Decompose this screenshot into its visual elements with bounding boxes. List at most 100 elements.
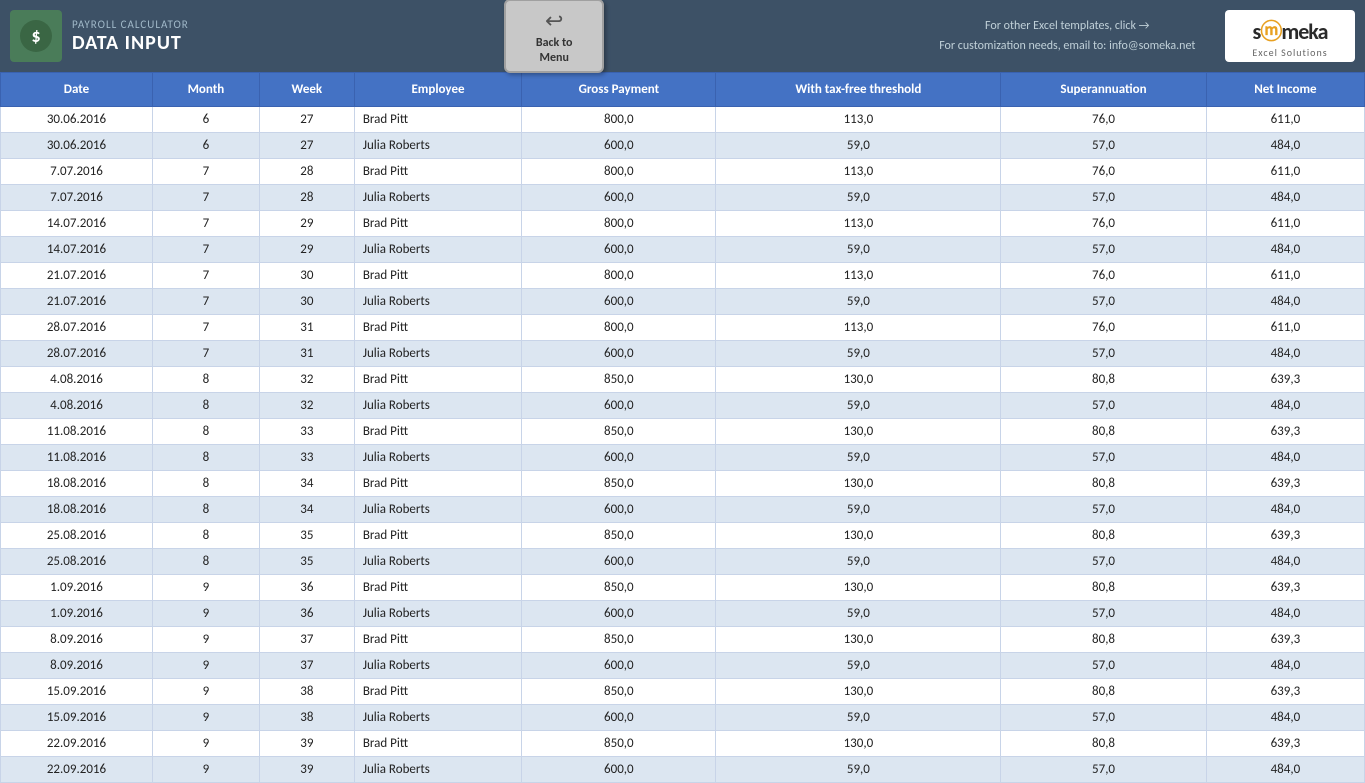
table-cell: Brad Pitt (354, 263, 521, 289)
table-header-row: DateMonthWeekEmployeeGross PaymentWith t… (1, 73, 1365, 107)
table-cell: 59,0 (716, 289, 1001, 315)
column-header-superannuation: Superannuation (1001, 73, 1207, 107)
table-cell: Julia Roberts (354, 289, 521, 315)
column-header-week: Week (259, 73, 354, 107)
table-cell: 6 (152, 107, 259, 133)
table-cell: 639,3 (1206, 731, 1364, 757)
table-cell: Julia Roberts (354, 497, 521, 523)
table-cell: 800,0 (522, 315, 716, 341)
table-row: 4.08.2016832Brad Pitt850,0130,080,8639,3 (1, 367, 1365, 393)
table-cell: 57,0 (1001, 705, 1207, 731)
table-cell: Brad Pitt (354, 367, 521, 393)
table-cell: 36 (259, 601, 354, 627)
table-cell: Brad Pitt (354, 159, 521, 185)
table-cell: 639,3 (1206, 523, 1364, 549)
someka-brand: sⓜmeka (1253, 14, 1328, 46)
table-cell: 80,8 (1001, 731, 1207, 757)
table-cell: 57,0 (1001, 601, 1207, 627)
table-row: 21.07.2016730Brad Pitt800,0113,076,0611,… (1, 263, 1365, 289)
table-cell: 57,0 (1001, 133, 1207, 159)
table-cell: Brad Pitt (354, 731, 521, 757)
table-cell: 57,0 (1001, 341, 1207, 367)
table-cell: 28 (259, 159, 354, 185)
table-cell: 113,0 (716, 263, 1001, 289)
table-cell: Brad Pitt (354, 211, 521, 237)
table-cell: 33 (259, 445, 354, 471)
table-cell: 11.08.2016 (1, 445, 153, 471)
table-cell: 7 (152, 237, 259, 263)
svg-text:$: $ (31, 25, 40, 47)
table-cell: 33 (259, 419, 354, 445)
table-cell: 38 (259, 705, 354, 731)
table-cell: Brad Pitt (354, 419, 521, 445)
table-cell: 800,0 (522, 263, 716, 289)
table-cell: 130,0 (716, 523, 1001, 549)
table-cell: 1.09.2016 (1, 601, 153, 627)
table-cell: 76,0 (1001, 159, 1207, 185)
table-row: 7.07.2016728Brad Pitt800,0113,076,0611,0 (1, 159, 1365, 185)
table-cell: 600,0 (522, 757, 716, 783)
table-cell: 57,0 (1001, 185, 1207, 211)
payroll-table: DateMonthWeekEmployeeGross PaymentWith t… (0, 72, 1365, 783)
table-cell: 113,0 (716, 107, 1001, 133)
table-cell: 32 (259, 367, 354, 393)
table-cell: 28 (259, 185, 354, 211)
table-cell: 57,0 (1001, 653, 1207, 679)
table-cell: 38 (259, 679, 354, 705)
table-cell: 22.09.2016 (1, 757, 153, 783)
table-cell: 611,0 (1206, 211, 1364, 237)
table-cell: 611,0 (1206, 107, 1364, 133)
back-to-menu-button[interactable]: ↩ Back toMenu (504, 0, 604, 73)
table-cell: 15.09.2016 (1, 679, 153, 705)
table-cell: 113,0 (716, 315, 1001, 341)
table-cell: 800,0 (522, 107, 716, 133)
table-cell: 29 (259, 237, 354, 263)
table-cell: 850,0 (522, 367, 716, 393)
table-row: 28.07.2016731Brad Pitt800,0113,076,0611,… (1, 315, 1365, 341)
table-cell: 59,0 (716, 445, 1001, 471)
table-cell: Julia Roberts (354, 705, 521, 731)
table-row: 7.07.2016728Julia Roberts600,059,057,048… (1, 185, 1365, 211)
table-cell: 59,0 (716, 341, 1001, 367)
table-cell: 600,0 (522, 653, 716, 679)
table-cell: Julia Roberts (354, 237, 521, 263)
table-cell: 8.09.2016 (1, 653, 153, 679)
table-cell: 30.06.2016 (1, 133, 153, 159)
table-cell: 39 (259, 731, 354, 757)
header-info: For other Excel templates, click → For c… (920, 16, 1215, 57)
someka-tagline: Excel Solutions (1252, 46, 1327, 59)
table-cell: 7 (152, 341, 259, 367)
table-cell: 30.06.2016 (1, 107, 153, 133)
table-cell: 76,0 (1001, 211, 1207, 237)
table-cell: 39 (259, 757, 354, 783)
table-cell: 57,0 (1001, 237, 1207, 263)
table-cell: 34 (259, 471, 354, 497)
table-cell: 639,3 (1206, 471, 1364, 497)
table-cell: 8 (152, 471, 259, 497)
table-cell: 113,0 (716, 159, 1001, 185)
table-cell: 600,0 (522, 133, 716, 159)
table-row: 25.08.2016835Julia Roberts600,059,057,04… (1, 549, 1365, 575)
data-table-container: DateMonthWeekEmployeeGross PaymentWith t… (0, 72, 1365, 783)
table-cell: 7 (152, 211, 259, 237)
table-row: 30.06.2016627Brad Pitt800,0113,076,0611,… (1, 107, 1365, 133)
table-row: 1.09.2016936Brad Pitt850,0130,080,8639,3 (1, 575, 1365, 601)
table-cell: Brad Pitt (354, 107, 521, 133)
table-cell: 11.08.2016 (1, 419, 153, 445)
table-cell: 7 (152, 289, 259, 315)
table-cell: 30 (259, 289, 354, 315)
table-row: 30.06.2016627Julia Roberts600,059,057,04… (1, 133, 1365, 159)
table-row: 4.08.2016832Julia Roberts600,059,057,048… (1, 393, 1365, 419)
table-cell: 7 (152, 263, 259, 289)
table-cell: 484,0 (1206, 497, 1364, 523)
table-cell: 27 (259, 133, 354, 159)
table-cell: 14.07.2016 (1, 211, 153, 237)
table-cell: 59,0 (716, 653, 1001, 679)
app-subtitle: PAYROLL CALCULATOR (72, 18, 189, 31)
table-cell: Julia Roberts (354, 341, 521, 367)
header: $ PAYROLL CALCULATOR DATA INPUT ↩ Back t… (0, 0, 1365, 72)
table-cell: Brad Pitt (354, 627, 521, 653)
table-cell: 8 (152, 419, 259, 445)
table-cell: 76,0 (1001, 107, 1207, 133)
table-cell: 28.07.2016 (1, 341, 153, 367)
